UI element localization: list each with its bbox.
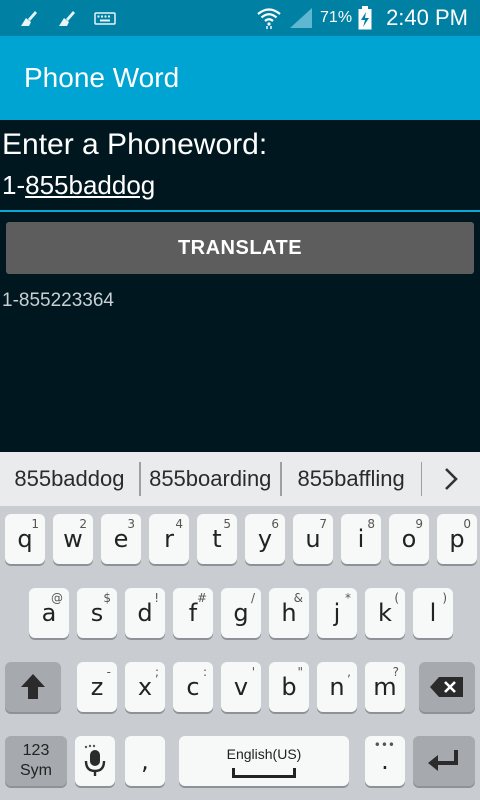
phoneword-prompt: Enter a Phoneword:	[2, 128, 268, 161]
key-n[interactable]: n,	[317, 662, 357, 712]
suggestion-3[interactable]: 855baffling	[282, 452, 421, 506]
suggestion-2[interactable]: 855boarding	[141, 452, 280, 506]
suggestion-1[interactable]: 855baddog	[0, 452, 139, 506]
wifi-icon	[257, 8, 281, 29]
key-b[interactable]: b "	[269, 662, 309, 712]
key-c[interactable]: c:	[173, 662, 213, 712]
key-w[interactable]: w2	[53, 514, 93, 564]
backspace-icon	[430, 677, 463, 697]
translated-number: 1-855223364	[2, 290, 114, 311]
key-y[interactable]: y6	[245, 514, 285, 564]
key-t[interactable]: t5	[197, 514, 237, 564]
phoneword-input[interactable]: 1-855baddog	[0, 166, 480, 212]
status-bar: 71% 2:40 PM	[0, 0, 480, 36]
more-symbols-icon: •••	[373, 738, 395, 752]
battery-percent: 71%	[320, 9, 353, 26]
key-x[interactable]: x;	[125, 662, 165, 712]
more-suggestions-button[interactable]	[422, 452, 480, 506]
key-v[interactable]: v '	[221, 662, 261, 712]
key-k[interactable]: k(	[365, 588, 405, 638]
key-r[interactable]: r4	[149, 514, 189, 564]
cleaner-icon	[59, 11, 75, 26]
key-q[interactable]: q1	[5, 514, 45, 564]
voice-input-key[interactable]	[75, 736, 115, 786]
key-l[interactable]: l)	[413, 588, 453, 638]
suggestion-strip: 855baddog 855boarding 855baffling	[0, 452, 480, 506]
input-prefix: 1-	[2, 170, 26, 200]
keyboard: q1 w2 e3 r4 t5 y6 u7 i8 o9 p0 a @ s $ d! f…	[0, 506, 480, 800]
symbols-key[interactable]: 123 Sym	[5, 736, 67, 786]
key-h[interactable]: h &	[269, 588, 309, 638]
shift-arrow-icon	[21, 674, 45, 699]
key-j[interactable]: j *	[317, 588, 357, 638]
key-p[interactable]: p0	[437, 514, 477, 564]
comma-key[interactable]: ,	[125, 736, 165, 786]
signal-icon	[290, 8, 313, 28]
microphone-icon	[84, 744, 106, 776]
key-e[interactable]: e3	[101, 514, 141, 564]
key-g[interactable]: g /	[221, 588, 261, 638]
period-key[interactable]: . •••	[365, 736, 405, 786]
key-s[interactable]: s $	[77, 588, 117, 638]
keyboard-icon	[94, 12, 116, 25]
space-key[interactable]: English(US)	[179, 736, 349, 786]
translate-button[interactable]: TRANSLATE	[6, 222, 474, 274]
key-a[interactable]: a @	[29, 588, 69, 638]
chevron-right-icon	[445, 468, 459, 490]
clock: 2:40 PM	[386, 5, 468, 30]
key-o[interactable]: o9	[389, 514, 429, 564]
enter-icon	[428, 750, 458, 771]
key-u[interactable]: u7	[293, 514, 333, 564]
key-z[interactable]: z-	[77, 662, 117, 712]
key-m[interactable]: m?	[365, 662, 405, 712]
key-d[interactable]: d!	[125, 588, 165, 638]
key-i[interactable]: i8	[341, 514, 381, 564]
app-bar: Phone Word	[0, 36, 480, 120]
space-language-label: English(US)	[226, 746, 302, 762]
backspace-key[interactable]	[419, 662, 475, 712]
input-composing-text: 855baddog	[25, 170, 156, 200]
shift-key[interactable]	[5, 662, 61, 712]
key-f[interactable]: f #	[173, 588, 213, 638]
space-bar-icon	[232, 768, 296, 778]
app-title: Phone Word	[24, 62, 180, 93]
cleaner-icon	[21, 11, 37, 26]
enter-key[interactable]	[413, 736, 475, 786]
battery-charging-icon	[358, 6, 372, 30]
